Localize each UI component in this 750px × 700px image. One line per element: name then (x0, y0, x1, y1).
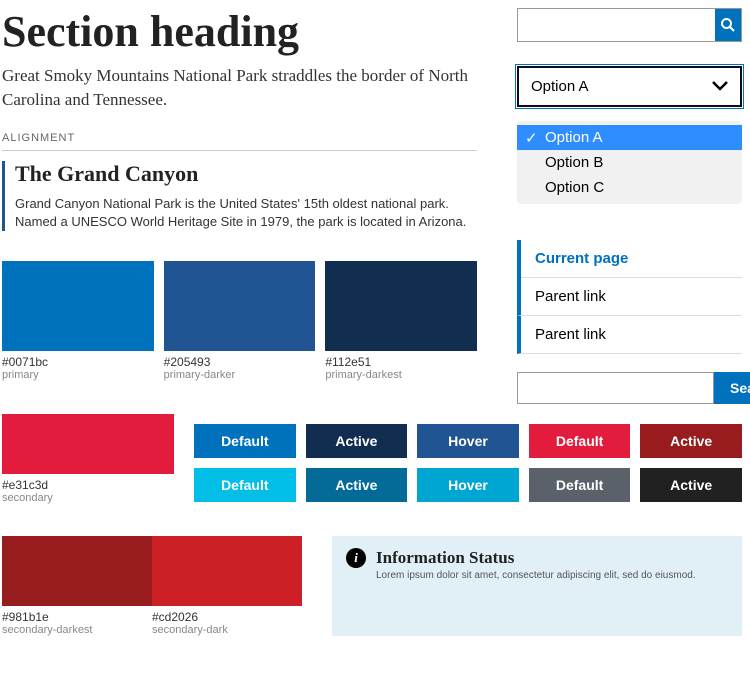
dropdown-menu: Option A Option B Option C (517, 121, 742, 204)
button-active[interactable]: Active (640, 468, 742, 502)
dropdown-option[interactable]: Option B (517, 150, 742, 175)
sidenav-current[interactable]: Current page (521, 240, 742, 278)
section-subheading: Great Smoky Mountains National Park stra… (2, 64, 477, 112)
swatch-primary: #0071bc primary (2, 261, 154, 381)
side-navigation: Current page Parent link Parent link (517, 240, 742, 354)
swatch-box (2, 261, 154, 351)
alignment-label: ALIGNMENT (2, 132, 477, 151)
swatch-hex: #cd2026 (152, 610, 302, 624)
button-default[interactable]: Default (529, 424, 631, 458)
card-title: The Grand Canyon (15, 161, 477, 187)
search-input[interactable] (518, 9, 715, 41)
button-active[interactable]: Active (306, 424, 408, 458)
magnifier-icon (720, 17, 736, 33)
swatch-name: primary-darker (164, 369, 316, 381)
chevron-down-icon (712, 78, 728, 95)
swatch-secondary-dark: #cd2026 secondary-dark (152, 536, 302, 636)
swatch-name: secondary (2, 492, 174, 504)
swatch-name: primary-darkest (325, 369, 477, 381)
primary-swatch-row: #0071bc primary #205493 primary-darker #… (2, 261, 477, 381)
search-button[interactable] (715, 9, 741, 41)
button-row-2: Default Active Hover Default Active (194, 468, 742, 502)
button-row-1: Default Active Hover Default Active (194, 424, 742, 458)
button-hover[interactable]: Hover (417, 424, 519, 458)
info-title: Information Status (376, 548, 696, 568)
button-default[interactable]: Default (194, 468, 296, 502)
swatch-hex: #981b1e (2, 610, 152, 624)
swatch-hex: #112e51 (325, 355, 477, 369)
card-body: Grand Canyon National Park is the United… (15, 195, 477, 231)
info-body: Lorem ipsum dolor sit amet, consectetur … (376, 570, 696, 581)
button-hover[interactable]: Hover (417, 468, 519, 502)
swatch-primary-darker: #205493 primary-darker (164, 261, 316, 381)
swatch-box (325, 261, 477, 351)
button-active[interactable]: Active (640, 424, 742, 458)
dropdown-selected: Option A (531, 78, 589, 95)
info-icon: i (346, 548, 366, 568)
sidenav-parent-link[interactable]: Parent link (517, 316, 742, 354)
sidenav-parent-link[interactable]: Parent link (517, 278, 742, 316)
dropdown-select[interactable]: Option A (517, 66, 742, 107)
search-input[interactable] (517, 372, 714, 404)
search-box-labeled: Search (517, 372, 742, 404)
swatch-name: secondary-dark (152, 624, 302, 636)
button-active[interactable]: Active (306, 468, 408, 502)
secondary-swatches: #981b1e secondary-darkest #cd2026 second… (2, 536, 302, 636)
swatch-hex: #0071bc (2, 355, 154, 369)
dropdown-option[interactable]: Option A (517, 125, 742, 150)
swatch-box (164, 261, 316, 351)
button-default[interactable]: Default (529, 468, 631, 502)
swatch-primary-darkest: #112e51 primary-darkest (325, 261, 477, 381)
dropdown-option[interactable]: Option C (517, 175, 742, 200)
swatch-hex: #e31c3d (2, 478, 174, 492)
info-alert: i Information Status Lorem ipsum dolor s… (332, 536, 742, 636)
example-card: The Grand Canyon Grand Canyon National P… (2, 161, 477, 231)
swatch-secondary-darkest: #981b1e secondary-darkest (2, 536, 152, 636)
swatch-name: primary (2, 369, 154, 381)
button-default[interactable]: Default (194, 424, 296, 458)
swatch-secondary-box (2, 414, 174, 474)
search-box (517, 8, 742, 42)
swatch-box (2, 536, 152, 606)
swatch-box (152, 536, 302, 606)
swatch-hex: #205493 (164, 355, 316, 369)
section-heading: Section heading (2, 8, 477, 56)
swatch-name: secondary-darkest (2, 624, 152, 636)
search-button[interactable]: Search (714, 372, 750, 404)
